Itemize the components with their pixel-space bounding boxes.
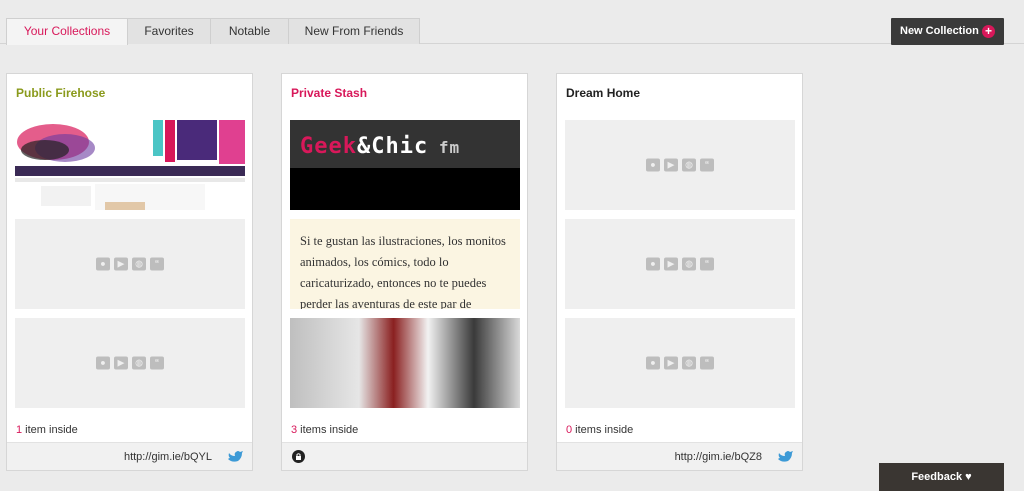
video-icon: ▶ <box>664 158 678 172</box>
collection-card-private-stash[interactable]: Private Stash Geek&Chic fm Si te gustan … <box>281 73 528 471</box>
camera-icon: ● <box>646 257 660 271</box>
item-count: 0 items inside <box>566 424 634 436</box>
empty-slot[interactable]: ● ▶ ◍ “ <box>565 120 795 210</box>
card-footer <box>282 442 527 470</box>
camera-icon: ● <box>646 356 660 370</box>
new-collection-button[interactable]: New Collection + <box>891 18 1004 45</box>
webpage-screenshot-thumbnail <box>15 120 245 210</box>
short-url[interactable]: http://gim.ie/bQYL <box>124 451 212 463</box>
quote-text-card[interactable]: Si te gustan las ilustraciones, los moni… <box>290 219 520 309</box>
geek-chic-logo: Geek&Chic fm <box>300 134 461 159</box>
item-count: 1 item inside <box>16 424 78 436</box>
twitter-bird-icon[interactable] <box>227 450 243 464</box>
plus-icon: + <box>982 25 995 38</box>
camera-icon: ● <box>96 356 110 370</box>
camera-icon: ● <box>96 257 110 271</box>
quote-icon: “ <box>150 257 164 271</box>
video-icon: ▶ <box>664 257 678 271</box>
comic-illustration-image[interactable] <box>290 318 520 408</box>
empty-slot[interactable]: ● ▶ ◍ “ <box>15 318 245 408</box>
geek-chic-banner-image[interactable]: Geek&Chic fm <box>290 120 520 210</box>
collection-card-dream-home[interactable]: Dream Home ● ▶ ◍ “ ● ▶ ◍ “ ● ▶ ◍ “ 0 ite… <box>556 73 803 471</box>
tab-notable[interactable]: Notable <box>210 18 289 44</box>
quote-icon: “ <box>700 356 714 370</box>
globe-icon: ◍ <box>682 356 696 370</box>
globe-icon: ◍ <box>682 257 696 271</box>
quote-icon: “ <box>700 158 714 172</box>
collection-thumbnail[interactable] <box>15 120 245 210</box>
quote-icon: “ <box>150 356 164 370</box>
video-icon: ▶ <box>114 356 128 370</box>
empty-slot[interactable]: ● ▶ ◍ “ <box>565 318 795 408</box>
feedback-button[interactable]: Feedback ♥ <box>879 463 1004 491</box>
card-footer: http://gim.ie/bQYL <box>7 442 252 470</box>
tab-favorites[interactable]: Favorites <box>127 18 211 44</box>
short-url[interactable]: http://gim.ie/bQZ8 <box>675 451 762 463</box>
tab-new-from-friends[interactable]: New From Friends <box>288 18 420 44</box>
camera-icon: ● <box>646 158 660 172</box>
empty-slot[interactable]: ● ▶ ◍ “ <box>565 219 795 309</box>
collections-tabbar: Your Collections Favorites Notable New F… <box>0 0 1024 45</box>
quote-icon: “ <box>700 257 714 271</box>
video-icon: ▶ <box>664 356 678 370</box>
globe-icon: ◍ <box>132 356 146 370</box>
new-collection-label: New Collection <box>900 25 979 37</box>
empty-slot[interactable]: ● ▶ ◍ “ <box>15 219 245 309</box>
collection-title[interactable]: Public Firehose <box>16 86 105 100</box>
tab-your-collections[interactable]: Your Collections <box>6 18 128 45</box>
collection-title[interactable]: Private Stash <box>291 86 367 100</box>
video-icon: ▶ <box>114 257 128 271</box>
collection-title[interactable]: Dream Home <box>566 86 640 100</box>
globe-icon: ◍ <box>682 158 696 172</box>
item-count: 3 items inside <box>291 424 359 436</box>
twitter-bird-icon[interactable] <box>777 450 793 464</box>
collection-card-public-firehose[interactable]: Public Firehose ● ▶ ◍ “ ● ▶ ◍ “ 1 item i… <box>6 73 253 471</box>
globe-icon: ◍ <box>132 257 146 271</box>
lock-icon <box>292 450 305 463</box>
card-footer: http://gim.ie/bQZ8 <box>557 442 802 470</box>
